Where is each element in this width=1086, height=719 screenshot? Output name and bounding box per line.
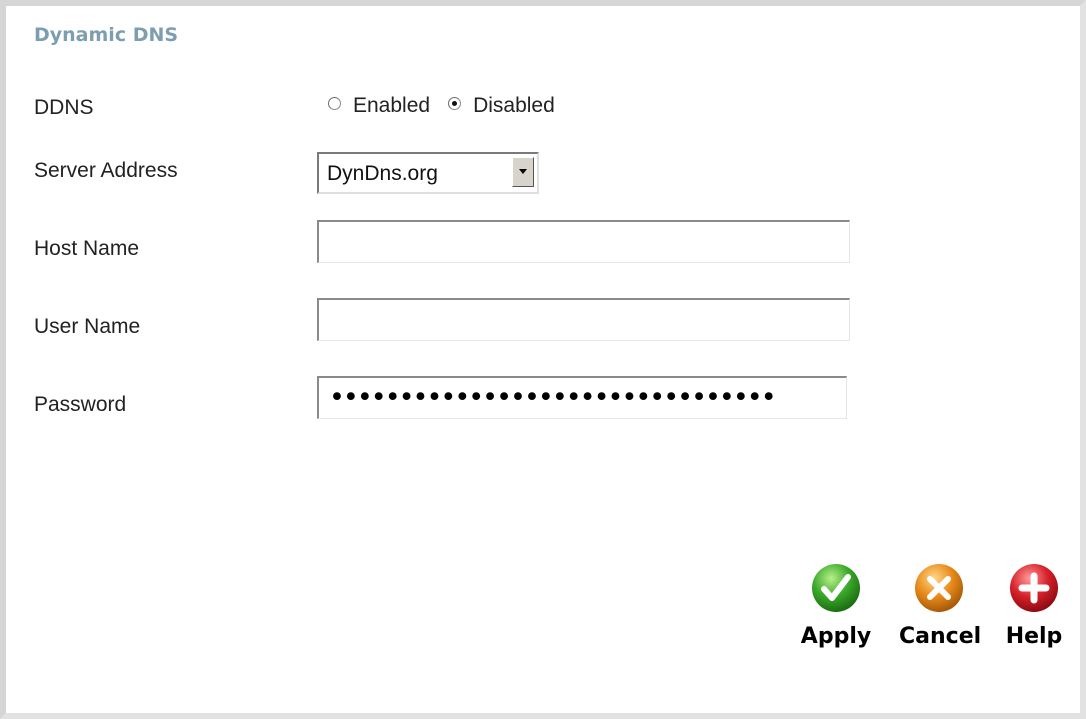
apply-button[interactable]: Apply [796,562,876,649]
ddns-label: DDNS [34,96,94,119]
host-name-label: Host Name [34,237,140,260]
ddns-enabled-label[interactable]: Enabled [353,94,430,118]
ddns-enabled-option[interactable]: Enabled [328,94,448,118]
plus-icon[interactable] [1008,562,1060,614]
server-address-select[interactable]: DynDns.org [317,152,539,194]
page-title: Dynamic DNS [34,24,179,46]
server-address-value: DynDns.org [327,162,438,185]
user-name-input[interactable] [317,298,850,341]
ddns-enabled-radio[interactable] [328,96,341,110]
ddns-disabled-label[interactable]: Disabled [473,94,555,118]
server-address-label: Server Address [34,159,178,182]
chevron-down-icon[interactable] [512,157,534,187]
help-button[interactable]: Help [994,562,1074,649]
password-label: Password [34,393,127,416]
ddns-radio-group: Enabled Disabled [328,94,555,118]
password-input[interactable]: •••••••••••••••••••••••••••••••• [317,376,847,419]
x-icon[interactable] [913,562,965,614]
help-label[interactable]: Help [994,624,1074,649]
cancel-label[interactable]: Cancel [899,624,981,649]
checkmark-icon[interactable] [810,562,862,614]
apply-label[interactable]: Apply [796,624,876,649]
password-masked-value: •••••••••••••••••••••••••••••••• [329,382,777,413]
ddns-disabled-radio[interactable] [448,96,462,110]
ddns-panel: Dynamic DNS DDNS Enabled Disabled Server… [0,0,1086,719]
cancel-button[interactable]: Cancel [899,562,981,649]
user-name-label: User Name [34,315,141,338]
ddns-disabled-option[interactable]: Disabled [448,94,555,118]
host-name-input[interactable] [317,220,850,263]
